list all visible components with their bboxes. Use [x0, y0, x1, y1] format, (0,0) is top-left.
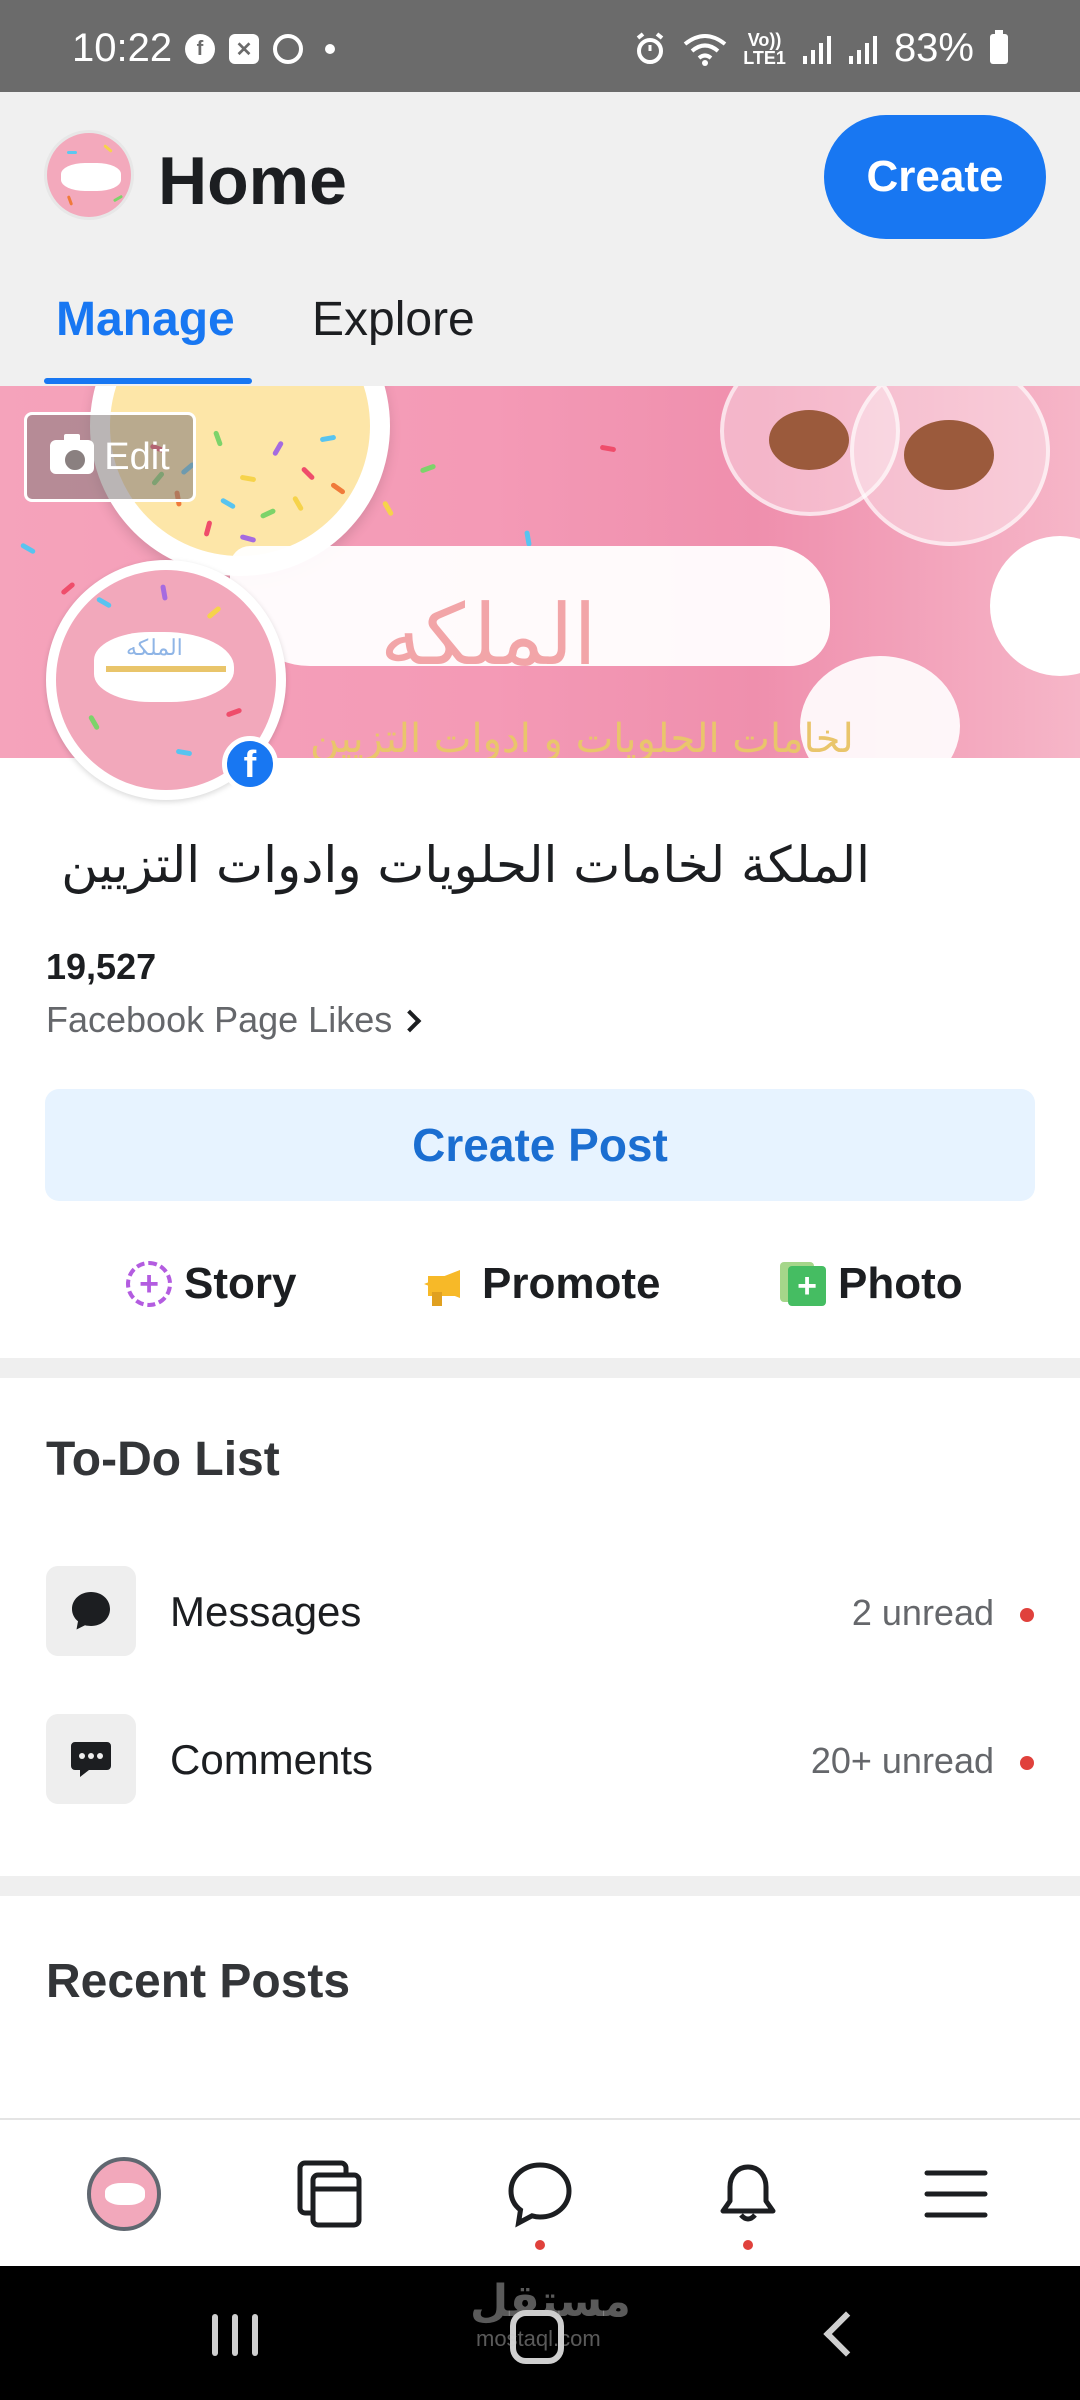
logo-text: الملكه [126, 636, 183, 661]
promote-action[interactable]: Promote [424, 1254, 660, 1314]
app-header: Home Create Manage Explore [0, 92, 1080, 386]
clock-notification-icon [273, 34, 303, 64]
likes-link[interactable]: Facebook Page Likes [46, 999, 422, 1041]
messenger-notification-icon: ✕ [229, 34, 259, 64]
create-post-button[interactable]: Create Post [45, 1089, 1035, 1201]
bottom-navigation [0, 2118, 1080, 2266]
section-divider-2 [0, 1876, 1080, 1896]
logo-subtitle-line [106, 666, 226, 672]
comments-count: 20+ unread [810, 1740, 994, 1781]
volte-bottom: LTE1 [743, 47, 786, 68]
volte-top: Vo)) [747, 29, 782, 50]
comment-dots-icon [46, 1714, 136, 1804]
section-divider [0, 1358, 1080, 1378]
likes-count: 19,527 [46, 946, 157, 987]
alarm-icon [637, 31, 664, 64]
cover-title: الملكه [380, 586, 597, 684]
signal-2-icon [848, 35, 877, 64]
story-action[interactable]: + Story [126, 1254, 296, 1314]
tab-explore[interactable]: Explore [312, 292, 475, 347]
facebook-notification-icon: f [185, 34, 215, 64]
likes-label: Facebook Page Likes [46, 999, 393, 1040]
messages-count: 2 unread [851, 1592, 994, 1633]
create-button[interactable]: Create [824, 115, 1046, 239]
avatar-logo-label [61, 163, 121, 191]
photo-plus-icon: + [780, 1262, 826, 1306]
salt-bowl [990, 536, 1080, 676]
notification-icons: f ✕ [185, 34, 335, 64]
facebook-badge-icon: f [222, 736, 278, 792]
todo-title: To-Do List [46, 1433, 280, 1486]
photo-action[interactable]: + Photo [780, 1254, 963, 1314]
watermark-sub: mostaql.com [476, 2326, 601, 2351]
wifi-icon [684, 33, 727, 66]
status-bar: 10:22 f ✕ Vo)) LTE1 83% [0, 0, 1080, 92]
edit-cover-button[interactable]: Edit [24, 412, 196, 502]
story-label: Story [184, 1259, 297, 1308]
signal-1-icon [802, 35, 831, 64]
messenger-icon[interactable] [500, 2154, 580, 2234]
page-avatar[interactable] [44, 130, 134, 220]
battery-percent: 83% [893, 26, 974, 70]
facebook-badge-letter: f [243, 744, 257, 786]
page-name: الملكة لخامات الحلويات وادوات التزيين [61, 836, 870, 894]
nav-page-avatar[interactable] [84, 2154, 164, 2234]
pages-feed-icon[interactable] [290, 2154, 370, 2234]
volte-indicator: Vo)) LTE1 [743, 31, 786, 67]
watermark: مستقل [470, 2276, 631, 2327]
messages-unread-dot [1020, 1608, 1034, 1622]
edit-label: Edit [104, 435, 170, 478]
camera-icon [50, 434, 95, 474]
more-notifications-dot [325, 44, 335, 54]
messenger-badge-dot [535, 2240, 545, 2250]
status-time: 10:22 [72, 26, 173, 70]
comments-unread-dot [1020, 1756, 1034, 1770]
spice-glass-bowl-2 [850, 386, 1050, 546]
cover-subtitle: لخامات الحلويات و ادوات التزيين [310, 716, 854, 758]
avatar [87, 2157, 161, 2231]
photo-label: Photo [838, 1259, 963, 1308]
system-indicators: Vo)) LTE1 83% [633, 26, 1008, 71]
todo-messages-row[interactable]: Messages 2 unread [0, 1566, 1080, 1658]
battery-icon [990, 29, 1008, 64]
chevron-right-icon [398, 1009, 422, 1033]
comments-label: Comments [170, 1736, 374, 1783]
menu-icon[interactable] [916, 2154, 996, 2234]
notifications-badge-dot [743, 2240, 753, 2250]
todo-comments-row[interactable]: Comments 20+ unread [0, 1714, 1080, 1806]
recent-posts-title: Recent Posts [46, 1955, 351, 2008]
recent-apps-button[interactable] [212, 2314, 258, 2356]
story-plus-icon: + [126, 1261, 172, 1307]
promote-label: Promote [482, 1259, 661, 1308]
messages-label: Messages [170, 1588, 362, 1635]
chat-bubble-icon [46, 1566, 136, 1656]
system-navigation-bar: مستقل mostaql.com [0, 2266, 1080, 2400]
megaphone-icon [424, 1264, 470, 1306]
active-tab-indicator [44, 378, 252, 384]
page-title: Home [158, 143, 347, 219]
tab-manage[interactable]: Manage [56, 292, 235, 347]
bell-icon[interactable] [708, 2154, 788, 2234]
back-button[interactable] [823, 2311, 869, 2357]
